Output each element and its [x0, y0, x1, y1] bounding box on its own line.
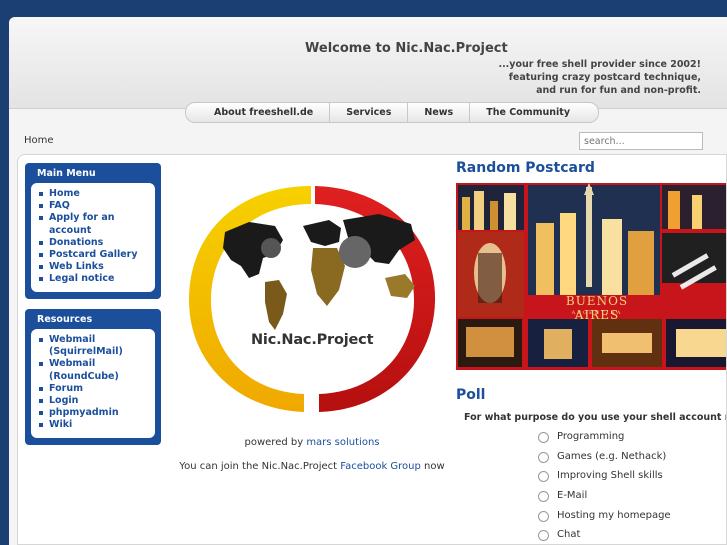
menu-item-web-links[interactable]: Web Links: [37, 261, 151, 273]
poll-option-label: Improving Shell skills: [557, 470, 663, 482]
radio-button[interactable]: [538, 432, 549, 444]
resource-item-login[interactable]: Login: [37, 395, 151, 407]
menu-item-faq[interactable]: FAQ: [37, 200, 151, 212]
nav-community[interactable]: The Community: [470, 103, 586, 122]
menu-item-postcard-gallery[interactable]: Postcard Gallery: [37, 249, 151, 261]
resource-item-label[interactable]: Login: [49, 395, 78, 406]
tagline-line: featuring crazy postcard technique,: [508, 72, 701, 83]
resource-item-wiki[interactable]: Wiki: [37, 419, 151, 431]
join-prefix: You can join the Nic.Nac.Project: [179, 461, 341, 472]
poll-option-label: Programming: [557, 431, 625, 443]
postcard-subcaption: ARGENTINA: [571, 310, 623, 316]
radio-button[interactable]: [538, 510, 549, 522]
poll-heading: Poll: [456, 387, 486, 403]
menu-item-label[interactable]: Apply for an account: [49, 212, 115, 235]
poll-option[interactable]: Programming: [538, 427, 671, 447]
poll-question: For what purpose do you use your shell a…: [464, 412, 726, 423]
poll-options: Programming Games (e.g. Nethack) Improvi…: [538, 427, 671, 544]
poll-option-label: Hosting my homepage: [557, 509, 671, 521]
page: Welcome to Nic.Nac.Project ...your free …: [9, 17, 727, 545]
logo-text: Nic.Nac.Project: [251, 332, 374, 348]
radio-button[interactable]: [538, 471, 549, 483]
main-menu-title: Main Menu: [37, 168, 96, 179]
header: Welcome to Nic.Nac.Project ...your free …: [9, 17, 727, 109]
poll-option-label: E-Mail: [557, 490, 588, 502]
main-menu-body: Home FAQ Apply for an account Donations …: [31, 183, 155, 292]
menu-item-donations[interactable]: Donations: [37, 237, 151, 249]
radio-button[interactable]: [538, 491, 549, 503]
mars-solutions-link[interactable]: mars solutions: [306, 437, 379, 448]
postcard-caption: BUENOS AIRES: [565, 294, 629, 322]
postcard-graphic: [456, 183, 726, 370]
radio-button[interactable]: [538, 530, 549, 542]
poll-option[interactable]: E-Mail: [538, 486, 671, 506]
menu-item-apply[interactable]: Apply for an account: [37, 212, 151, 236]
poll-option-label: Games (e.g. Nethack): [557, 450, 667, 462]
resource-item-roundcube[interactable]: Webmail (RoundCube): [37, 358, 151, 382]
nav-services[interactable]: Services: [330, 103, 409, 122]
logo-graphic: [189, 186, 436, 412]
poll-option[interactable]: Hosting my homepage: [538, 505, 671, 525]
tagline: ...your free shell provider since 2002! …: [498, 58, 701, 97]
resources-body: Webmail (SquirrelMail) Webmail (RoundCub…: [31, 329, 155, 438]
facebook-group-link[interactable]: Facebook Group: [340, 461, 421, 472]
menu-item-label[interactable]: Postcard Gallery: [49, 249, 138, 260]
menu-item-label[interactable]: Home: [49, 188, 80, 199]
menu-item-label[interactable]: Web Links: [49, 261, 104, 272]
menu-item-home[interactable]: Home: [37, 188, 151, 200]
main-menu-module: Main Menu Home FAQ Apply for an account …: [25, 163, 161, 299]
resource-item-label[interactable]: Wiki: [49, 419, 72, 430]
poll-option[interactable]: Games (e.g. Nethack): [538, 447, 671, 467]
menu-item-label[interactable]: FAQ: [49, 200, 70, 211]
main-navigation: About freeshell.de Services News The Com…: [185, 102, 600, 123]
menu-item-label[interactable]: Donations: [49, 237, 103, 248]
powered-by: powered by mars solutions: [178, 437, 446, 448]
nav-about[interactable]: About freeshell.de: [198, 103, 331, 122]
powered-by-prefix: powered by: [244, 437, 307, 448]
site-title: Welcome to Nic.Nac.Project: [305, 41, 508, 56]
tagline-line: and run for fun and non-profit.: [536, 85, 701, 96]
poll-option-label: Chat: [557, 529, 581, 541]
join-suffix: now: [420, 461, 445, 472]
breadcrumb[interactable]: Home: [24, 135, 54, 146]
resources-title: Resources: [37, 314, 93, 325]
menu-item-legal-notice[interactable]: Legal notice: [37, 273, 151, 285]
main-content: Main Menu Home FAQ Apply for an account …: [17, 154, 727, 545]
nav-news[interactable]: News: [408, 103, 471, 122]
poll-option[interactable]: Chat: [538, 525, 671, 544]
random-postcard-image[interactable]: BUENOS AIRES ARGENTINA: [456, 183, 726, 370]
poll-option[interactable]: Improving Shell skills: [538, 466, 671, 486]
tagline-line: ...your free shell provider since 2002!: [498, 59, 701, 70]
resource-item-label[interactable]: phpmyadmin: [49, 407, 119, 418]
menu-item-label[interactable]: Legal notice: [49, 273, 114, 284]
search-input[interactable]: [579, 132, 703, 150]
resource-item-squirrelmail[interactable]: Webmail (SquirrelMail): [37, 334, 151, 358]
resource-item-forum[interactable]: Forum: [37, 383, 151, 395]
resource-item-label[interactable]: Webmail (SquirrelMail): [49, 334, 123, 357]
postcard-heading: Random Postcard: [456, 160, 595, 176]
facebook-join-text: You can join the Nic.Nac.Project Faceboo…: [178, 461, 446, 472]
site-logo: Nic.Nac.Project: [179, 182, 444, 414]
resource-item-phpmyadmin[interactable]: phpmyadmin: [37, 407, 151, 419]
resource-item-label[interactable]: Webmail (RoundCube): [49, 358, 119, 381]
radio-button[interactable]: [538, 451, 549, 463]
resources-module: Resources Webmail (SquirrelMail) Webmail…: [25, 309, 161, 445]
resource-item-label[interactable]: Forum: [49, 383, 83, 394]
